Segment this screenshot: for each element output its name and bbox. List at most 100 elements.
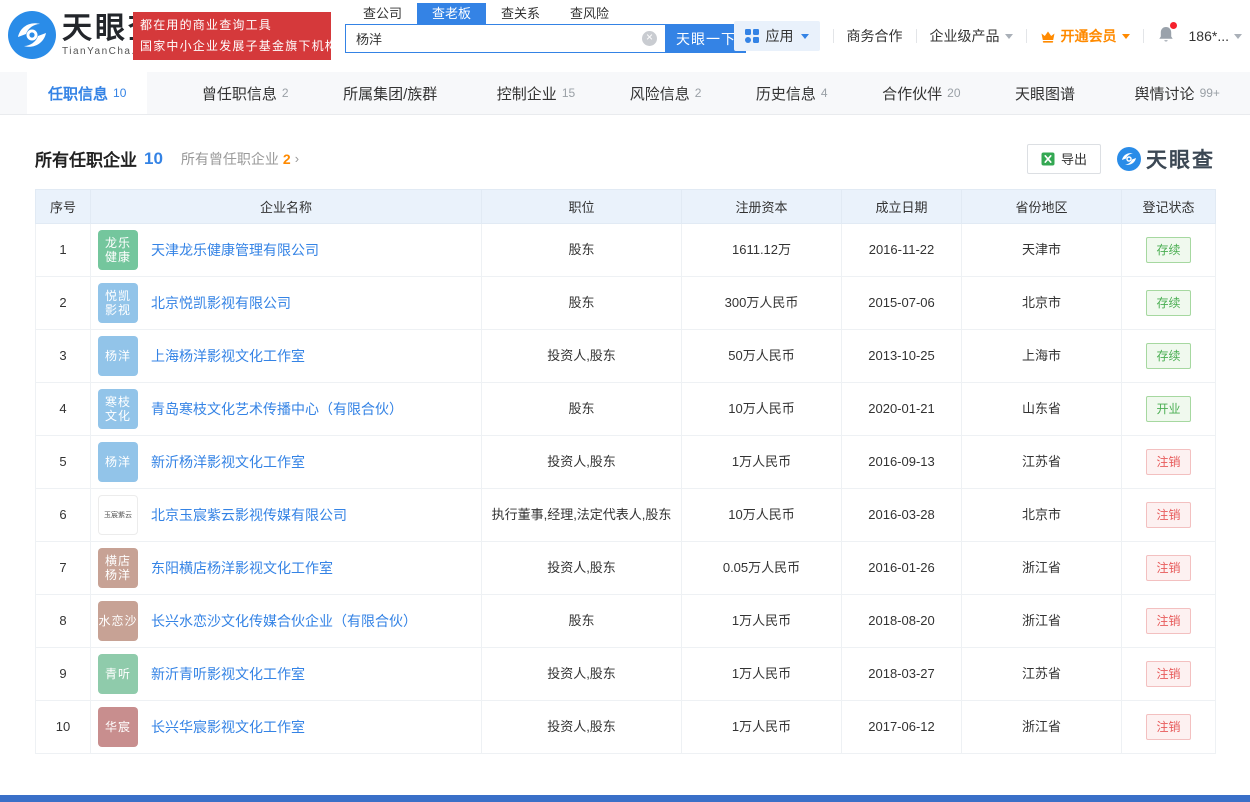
row-date: 2018-08-20: [841, 594, 962, 648]
row-serial: 8: [35, 594, 91, 648]
company-link[interactable]: 天津龙乐健康管理有限公司: [151, 240, 319, 261]
row-date: 2016-09-13: [841, 435, 962, 489]
company-link[interactable]: 青岛寒枝文化艺术传播中心（有限合伙）: [151, 399, 403, 420]
table-row: 7 横店 杨洋 东阳横店杨洋影视文化工作室 投资人,股东 0.05万人民币 20…: [35, 541, 1216, 595]
row-position: 投资人,股东: [481, 329, 682, 383]
row-capital: 1万人民币: [681, 700, 842, 754]
export-button[interactable]: 导出: [1026, 143, 1101, 174]
table-row: 4 寒枝 文化 青岛寒枝文化艺术传播中心（有限合伙） 股东 10万人民币 202…: [35, 382, 1216, 436]
table-row: 6 玉宸紫云 北京玉宸紫云影视传媒有限公司 执行董事,经理,法定代表人,股东 1…: [35, 488, 1216, 542]
row-capital: 10万人民币: [681, 382, 842, 436]
status-badge: 开业: [1146, 396, 1191, 422]
company-link[interactable]: 长兴水恋沙文化传媒合伙企业（有限合伙）: [151, 611, 417, 632]
row-position: 投资人,股东: [481, 647, 682, 701]
tab-positions[interactable]: 任职信息 10: [27, 72, 148, 114]
notifications-bell[interactable]: [1157, 22, 1177, 47]
row-province: 天津市: [961, 223, 1122, 277]
vip-upgrade-menu[interactable]: 开通会员: [1040, 26, 1130, 46]
col-date: 成立日期: [841, 189, 962, 224]
tianyancha-watermark-icon: [1117, 146, 1141, 171]
apps-menu[interactable]: 应用: [733, 21, 820, 51]
row-serial: 10: [35, 700, 91, 754]
row-serial: 9: [35, 647, 91, 701]
status-badge: 注销: [1146, 714, 1191, 740]
tab-partners[interactable]: 合作伙伴 20: [882, 72, 960, 114]
row-serial: 5: [35, 435, 91, 489]
status-badge: 存续: [1146, 290, 1191, 316]
company-avatar: 青听: [98, 654, 138, 694]
company-link[interactable]: 新沂青听影视文化工作室: [151, 664, 305, 685]
search-input[interactable]: [345, 24, 666, 53]
enterprise-product-menu[interactable]: 企业级产品: [930, 26, 1013, 46]
notification-dot: [1169, 22, 1177, 29]
export-label: 导出: [1060, 152, 1087, 167]
row-capital: 10万人民币: [681, 488, 842, 542]
chevron-down-icon: [1121, 33, 1130, 39]
tab-controlled-companies[interactable]: 控制企业 15: [497, 72, 575, 114]
row-capital: 1万人民币: [681, 594, 842, 648]
row-serial: 2: [35, 276, 91, 330]
table-header-row: 序号 企业名称 职位 注册资本 成立日期 省份地区 登记状态: [35, 189, 1216, 224]
section-title-count: 10: [144, 148, 163, 168]
company-link[interactable]: 上海杨洋影视文化工作室: [151, 346, 305, 367]
company-link[interactable]: 东阳横店杨洋影视文化工作室: [151, 558, 333, 579]
row-serial: 1: [35, 223, 91, 277]
search-tab-risk[interactable]: 查风险: [555, 3, 624, 24]
row-serial: 7: [35, 541, 91, 595]
search-tab-company[interactable]: 查公司: [348, 3, 417, 24]
header-right-menu: 应用 商务合作 企业级产品 开通会员 186*...: [733, 21, 1242, 51]
former-positions-link[interactable]: 所有曾任职企业 2 ›: [181, 149, 299, 169]
business-cooperation-link[interactable]: 商务合作: [847, 26, 903, 46]
company-link[interactable]: 新沂杨洋影视文化工作室: [151, 452, 305, 473]
tab-public-opinion[interactable]: 舆情讨论 99+: [1135, 72, 1220, 114]
promo-line1: 都在用的商业查询工具: [140, 18, 273, 32]
row-position: 投资人,股东: [481, 700, 682, 754]
row-province: 浙江省: [961, 541, 1122, 595]
company-avatar: 玉宸紫云: [98, 495, 138, 535]
apps-label: 应用: [765, 28, 794, 44]
footer-bar: [0, 795, 1250, 802]
company-avatar: 华宸: [98, 707, 138, 747]
chevron-down-icon: [800, 33, 809, 39]
col-capital: 注册资本: [681, 189, 842, 224]
promo-line2: 国家中小企业发展子基金旗下机构: [140, 39, 339, 53]
status-badge: 存续: [1146, 237, 1191, 263]
table-row: 3 杨洋 上海杨洋影视文化工作室 投资人,股东 50万人民币 2013-10-2…: [35, 329, 1216, 383]
section-title: 所有任职企业: [35, 151, 137, 170]
col-company: 企业名称: [90, 189, 482, 224]
watermark-brand: 天眼查: [1146, 148, 1215, 172]
row-province: 北京市: [961, 488, 1122, 542]
divider: [1142, 29, 1144, 43]
tab-graph[interactable]: 天眼图谱: [1015, 72, 1080, 114]
account-menu[interactable]: 186*...: [1189, 28, 1242, 44]
company-avatar: 寒枝 文化: [98, 389, 138, 429]
row-position: 投资人,股东: [481, 541, 682, 595]
search-tab-boss[interactable]: 查老板: [417, 3, 487, 24]
company-link[interactable]: 北京悦凯影视有限公司: [151, 293, 291, 314]
clear-input-icon[interactable]: [642, 30, 657, 46]
row-capital: 1611.12万: [681, 223, 842, 277]
tab-history-info[interactable]: 历史信息 4: [756, 72, 828, 114]
company-link[interactable]: 北京玉宸紫云影视传媒有限公司: [151, 505, 347, 526]
excel-icon: [1041, 152, 1055, 165]
row-date: 2016-01-26: [841, 541, 962, 595]
divider: [1025, 29, 1027, 43]
row-date: 2015-07-06: [841, 276, 962, 330]
account-phone: 186*...: [1188, 28, 1229, 44]
table-body: 1 龙乐 健康 天津龙乐健康管理有限公司 股东 1611.12万 2016-11…: [35, 223, 1216, 754]
company-avatar: 龙乐 健康: [98, 230, 138, 270]
tab-risk-info[interactable]: 风险信息 2: [630, 72, 702, 114]
row-province: 江苏省: [961, 647, 1122, 701]
row-serial: 4: [35, 382, 91, 436]
tab-group[interactable]: 所属集团/族群: [343, 72, 442, 114]
row-province: 山东省: [961, 382, 1122, 436]
row-serial: 3: [35, 329, 91, 383]
company-link[interactable]: 长兴华宸影视文化工作室: [151, 717, 305, 738]
search-tabs: 查公司 查老板 查关系 查风险: [348, 3, 746, 24]
search-tab-relation[interactable]: 查关系: [486, 3, 555, 24]
status-badge: 注销: [1146, 502, 1191, 528]
chevron-down-icon: [1234, 33, 1242, 39]
tianyancha-logo-icon: [8, 11, 56, 59]
tab-former-positions[interactable]: 曾任职信息 2: [202, 72, 289, 114]
row-date: 2020-01-21: [841, 382, 962, 436]
